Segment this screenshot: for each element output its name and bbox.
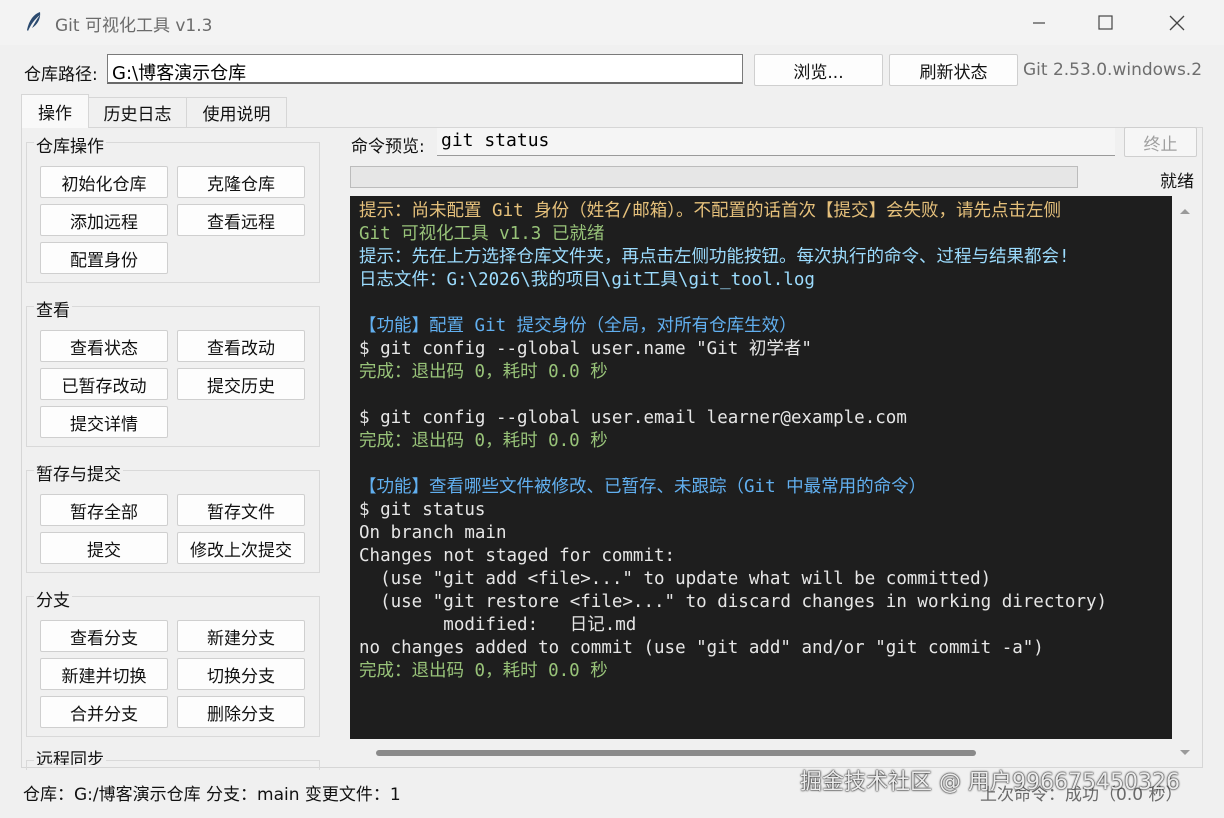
console-line: 提示：先在上方选择仓库文件夹，再点击左侧功能按钮。每次执行的命令、过程与结果都会…: [359, 247, 1070, 267]
init-repo-button[interactable]: 初始化仓库: [40, 166, 168, 198]
view-changes-button[interactable]: 查看改动: [177, 330, 305, 362]
console-line: no changes added to commit (use "git add…: [359, 638, 1044, 658]
output-console[interactable]: 提示：尚未配置 Git 身份（姓名/邮箱）。不配置的话首次【提交】会失败，请先点…: [350, 196, 1172, 739]
tab-history-log[interactable]: 历史日志: [88, 97, 187, 127]
close-icon: [1169, 15, 1185, 30]
run-state-label: 就绪: [1160, 172, 1194, 192]
console-line: 【功能】查看哪些文件被修改、已暂存、未跟踪（Git 中最常用的命令）: [359, 477, 927, 497]
title-bar: Git 可视化工具 v1.3: [0, 0, 1224, 45]
console-line: $ git config --global user.email learner…: [359, 408, 907, 428]
repo-path-label: 仓库路径:: [24, 65, 98, 85]
create-switch-branch-button[interactable]: 新建并切换: [40, 658, 168, 690]
app-window: Git 可视化工具 v1.3 仓库路径: G:\博客演示仓库 浏览... 刷新状…: [0, 0, 1224, 818]
console-line: (use "git restore <file>..." to discard …: [359, 592, 1108, 612]
console-line: modified: 日记.md: [359, 615, 637, 635]
command-preview-label: 命令预览:: [351, 137, 425, 157]
stage-file-button[interactable]: 暂存文件: [177, 494, 305, 526]
maximize-button[interactable]: [1070, 0, 1140, 45]
console-line: 完成：退出码 0，耗时 0.0 秒: [359, 431, 608, 451]
status-repo-branch: 仓库：G:/博客演示仓库 分支：main 变更文件：1: [23, 785, 401, 805]
console-line: (use "git add <file>..." to update what …: [359, 569, 992, 589]
group-title-repo: 仓库操作: [34, 132, 106, 157]
refresh-status-button[interactable]: 刷新状态: [889, 54, 1018, 86]
console-line: 提示：尚未配置 Git 身份（姓名/邮箱）。不配置的话首次【提交】会失败，请先点…: [359, 201, 1061, 221]
clone-repo-button[interactable]: 克隆仓库: [177, 166, 305, 198]
git-version-label: Git 2.53.0.windows.2: [1023, 60, 1203, 80]
console-line: $ git status: [359, 500, 486, 520]
scroll-up-icon: [1180, 209, 1190, 214]
add-remote-button[interactable]: 添加远程: [40, 204, 168, 236]
console-line: Changes not staged for commit:: [359, 546, 676, 566]
minimize-button[interactable]: [1004, 0, 1074, 45]
group-title-stage: 暂存与提交: [34, 460, 123, 485]
console-vertical-scrollbar[interactable]: [1172, 196, 1198, 766]
tab-usage-guide[interactable]: 使用说明: [186, 97, 287, 127]
console-line: 完成：退出码 0，耗时 0.0 秒: [359, 362, 608, 382]
group-title-view: 查看: [34, 296, 72, 321]
console-line: Git 可视化工具 v1.3 已就绪: [359, 224, 605, 244]
console-horizontal-scroll-thumb[interactable]: [376, 750, 976, 756]
window-title: Git 可视化工具 v1.3: [55, 16, 213, 36]
scroll-down-icon: [1180, 750, 1190, 755]
browse-button[interactable]: 浏览...: [754, 54, 883, 86]
config-identity-button[interactable]: 配置身份: [40, 242, 168, 274]
repo-path-input[interactable]: G:\博客演示仓库: [107, 54, 743, 84]
maximize-icon: [1097, 15, 1113, 30]
stop-button[interactable]: 终止: [1124, 127, 1197, 157]
console-line: 日志文件：G:\2026\我的项目\git工具\git_tool.log: [359, 270, 815, 290]
stage-all-button[interactable]: 暂存全部: [40, 494, 168, 526]
group-title-branch: 分支: [34, 586, 72, 611]
merge-branch-button[interactable]: 合并分支: [40, 696, 168, 728]
view-remote-button[interactable]: 查看远程: [177, 204, 305, 236]
amend-commit-button[interactable]: 修改上次提交: [177, 532, 305, 564]
close-button[interactable]: [1142, 0, 1212, 45]
command-preview-input[interactable]: git status: [437, 128, 1115, 156]
console-line: 【功能】配置 Git 提交身份（全局，对所有仓库生效）: [359, 316, 797, 336]
new-branch-button[interactable]: 新建分支: [177, 620, 305, 652]
commit-details-button[interactable]: 提交详情: [40, 406, 168, 438]
staged-changes-button[interactable]: 已暂存改动: [40, 368, 168, 400]
console-line: $ git config --global user.name "Git 初学者…: [359, 339, 812, 359]
feather-icon: [22, 10, 46, 34]
commit-button[interactable]: 提交: [40, 532, 168, 564]
delete-branch-button[interactable]: 删除分支: [177, 696, 305, 728]
console-line: On branch main: [359, 523, 507, 543]
minimize-icon: [1033, 21, 1045, 24]
view-status-button[interactable]: 查看状态: [40, 330, 168, 362]
progress-bar: [350, 166, 1078, 188]
tab-operations[interactable]: 操作: [21, 94, 89, 128]
commit-history-button[interactable]: 提交历史: [177, 368, 305, 400]
console-line: 完成：退出码 0，耗时 0.0 秒: [359, 661, 608, 681]
view-branches-button[interactable]: 查看分支: [40, 620, 168, 652]
switch-branch-button[interactable]: 切换分支: [177, 658, 305, 690]
watermark: 掘金技术社区 @ 用户996675450326: [800, 770, 1180, 795]
group-title-remote: 远程同步: [34, 750, 106, 765]
